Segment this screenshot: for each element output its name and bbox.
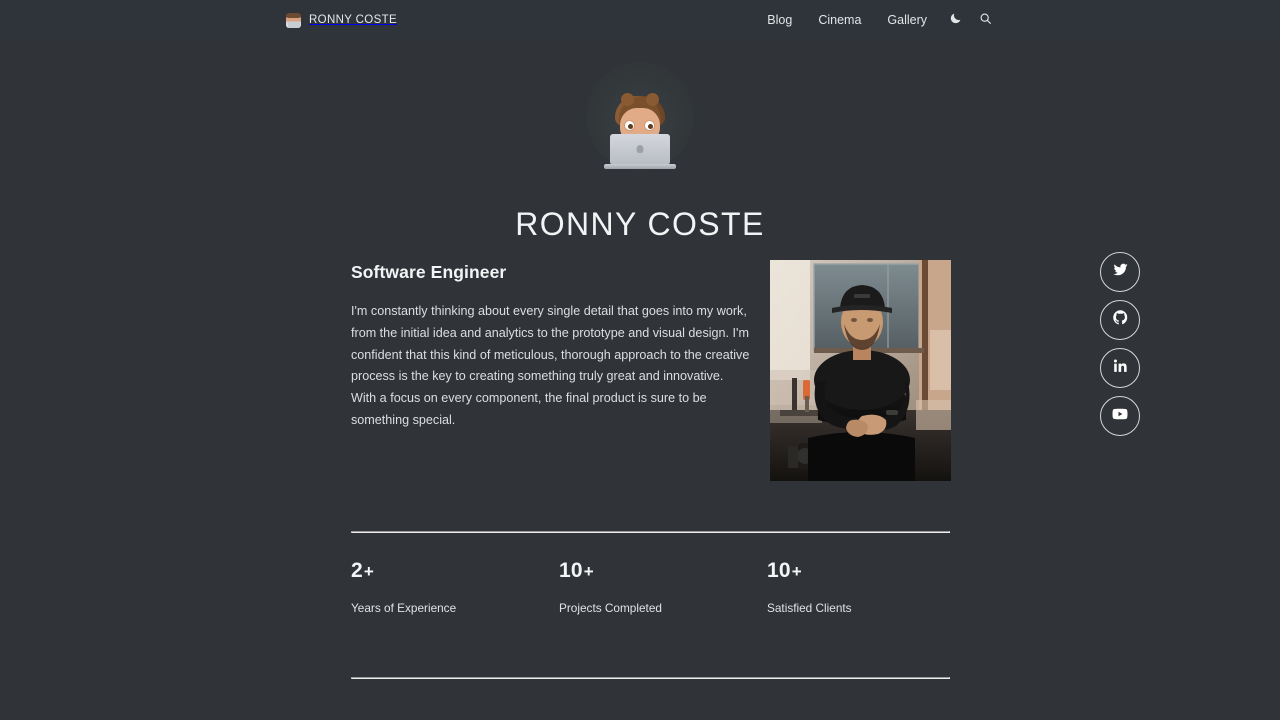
hero-avatar [586, 62, 694, 170]
search-icon [979, 12, 992, 28]
stat-years-of-experience: 2+ Years of Experience [351, 560, 559, 615]
stat-label: Years of Experience [351, 601, 457, 615]
divider-below-stats [351, 677, 950, 679]
linkedin-icon [1112, 357, 1129, 379]
social-link-youtube[interactable] [1100, 396, 1140, 436]
divider-above-stats [351, 531, 950, 533]
stat-label: Satisfied Clients [767, 601, 852, 615]
page-title: RONNY COSTE [515, 206, 765, 242]
role-title: Software Engineer [351, 262, 507, 282]
stat-projects-completed: 10+ Projects Completed [559, 560, 767, 615]
intro-section: Software Engineer I'm constantly thinkin… [351, 262, 751, 432]
stats-section: 2+ Years of Experience 10+ Projects Comp… [351, 560, 951, 615]
portrait-photo [770, 260, 951, 481]
stat-label: Projects Completed [559, 601, 662, 615]
main-navigation: Blog Cinema Gallery [754, 0, 1000, 40]
social-links-rail [1100, 252, 1140, 436]
bio-paragraph: I'm constantly thinking about every sing… [351, 304, 750, 427]
nav-item-blog[interactable]: Blog [754, 0, 805, 40]
github-icon [1112, 309, 1129, 331]
stat-value: 10+ [767, 559, 802, 582]
social-link-linkedin[interactable] [1100, 348, 1140, 388]
brand-avatar-icon [286, 12, 301, 28]
brand-label: RONNY COSTE [309, 14, 397, 26]
memoji-laptop-icon [602, 93, 678, 170]
stat-value: 10+ [559, 559, 594, 582]
site-header: RONNY COSTE Blog Cinema Gallery [0, 0, 1280, 40]
stat-value: 2+ [351, 559, 375, 582]
theme-toggle-button[interactable] [940, 0, 970, 40]
brand-logo-link[interactable]: RONNY COSTE [286, 0, 397, 40]
youtube-icon [1111, 405, 1129, 428]
moon-icon [949, 12, 962, 28]
social-link-twitter[interactable] [1100, 252, 1140, 292]
search-button[interactable] [970, 0, 1000, 40]
twitter-icon [1112, 261, 1129, 283]
page-content: RONNY COSTE Software Engineer I'm consta… [0, 40, 1280, 720]
nav-item-gallery[interactable]: Gallery [874, 0, 940, 40]
social-link-github[interactable] [1100, 300, 1140, 340]
stat-satisfied-clients: 10+ Satisfied Clients [767, 560, 852, 615]
nav-item-cinema[interactable]: Cinema [805, 0, 874, 40]
